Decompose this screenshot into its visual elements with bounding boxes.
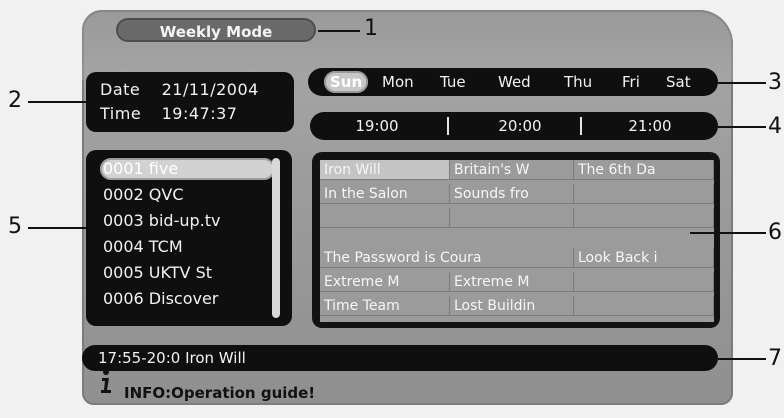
callout-number: 1: [364, 16, 378, 41]
epg-cell[interactable]: [574, 184, 714, 204]
channel-item[interactable]: 0004 TCM: [100, 236, 275, 258]
epg-cell[interactable]: Time Team: [320, 296, 450, 316]
callout-number: 4: [768, 114, 782, 139]
time-row: Time 19:47:37: [100, 104, 237, 123]
time-value: 19:47:37: [161, 104, 238, 123]
callout-number: 7: [768, 346, 782, 371]
callout-number: 5: [8, 214, 22, 239]
date-value: 21/11/2004: [161, 80, 259, 99]
background-text-bottom: [0, 406, 784, 418]
time-slot-divider: [580, 117, 582, 135]
callout-number: 6: [768, 220, 782, 245]
epg-cell[interactable]: [574, 208, 714, 228]
date-row: Date 21/11/2004: [100, 80, 259, 99]
callout-line: [28, 227, 86, 229]
time-slot-divider: [447, 117, 449, 135]
callout-line: [28, 101, 86, 103]
info-icon: [101, 369, 111, 393]
callout-number: 3: [768, 70, 782, 95]
callout-line: [318, 30, 360, 32]
day-selector: Sun Mon Tue Wed Thu Fri Sat: [308, 68, 718, 96]
callout-line: [718, 126, 766, 128]
time-slot-1[interactable]: 19:00: [332, 112, 422, 140]
time-slot-3[interactable]: 21:00: [600, 112, 700, 140]
operation-guide-text: INFO:Operation guide!: [124, 384, 316, 402]
callout-line: [690, 232, 766, 234]
callout-number: 2: [8, 88, 22, 113]
time-slot-2[interactable]: 20:00: [470, 112, 570, 140]
time-label: Time: [100, 104, 142, 123]
day-tue[interactable]: Tue: [440, 71, 466, 93]
day-mon[interactable]: Mon: [382, 71, 414, 93]
epg-grid-box: Iron Will Britain's W The 6th Da In the …: [312, 152, 720, 328]
epg-cell[interactable]: Extreme M: [450, 272, 574, 292]
epg-cell[interactable]: The Password is Coura: [320, 248, 574, 268]
epg-cell[interactable]: Extreme M: [320, 272, 450, 292]
epg-grid: Iron Will Britain's W The 6th Da In the …: [320, 160, 714, 322]
time-slot-bar: 19:00 20:00 21:00: [310, 112, 718, 140]
channel-scrollbar[interactable]: [272, 158, 280, 318]
epg-cell[interactable]: The 6th Da: [574, 160, 714, 180]
callout-line: [718, 82, 766, 84]
channel-list: 0001 five 0002 QVC 0003 bid-up.tv 0004 T…: [86, 150, 292, 326]
program-info-bar: 17:55-20:0 Iron Will: [82, 345, 718, 371]
day-fri[interactable]: Fri: [622, 71, 640, 93]
day-thu[interactable]: Thu: [564, 71, 592, 93]
epg-cell[interactable]: [320, 208, 450, 228]
channel-item[interactable]: 0003 bid-up.tv: [100, 210, 275, 232]
epg-cell[interactable]: Iron Will: [320, 160, 450, 180]
channel-item[interactable]: 0001 five: [100, 158, 275, 180]
callout-line: [718, 358, 766, 360]
day-sun[interactable]: Sun: [324, 71, 369, 93]
epg-cell[interactable]: Sounds fro: [450, 184, 574, 204]
day-wed[interactable]: Wed: [498, 71, 531, 93]
day-sat[interactable]: Sat: [666, 71, 691, 93]
epg-cell[interactable]: Look Back i: [574, 248, 714, 268]
datetime-box: Date 21/11/2004 Time 19:47:37: [86, 72, 294, 132]
epg-cell[interactable]: Lost Buildin: [450, 296, 574, 316]
weekly-mode-title: Weekly Mode: [116, 18, 316, 42]
channel-item[interactable]: 0005 UKTV St: [100, 262, 275, 284]
program-info-text: 17:55-20:0 Iron Will: [98, 349, 246, 367]
epg-cell[interactable]: [450, 208, 574, 228]
epg-cell[interactable]: Britain's W: [450, 160, 574, 180]
channel-item[interactable]: 0006 Discover: [100, 288, 275, 310]
epg-cell[interactable]: In the Salon: [320, 184, 450, 204]
epg-cell[interactable]: [574, 272, 714, 292]
channel-item[interactable]: 0002 QVC: [100, 184, 275, 206]
epg-cell[interactable]: [574, 296, 714, 316]
date-label: Date: [100, 80, 141, 99]
